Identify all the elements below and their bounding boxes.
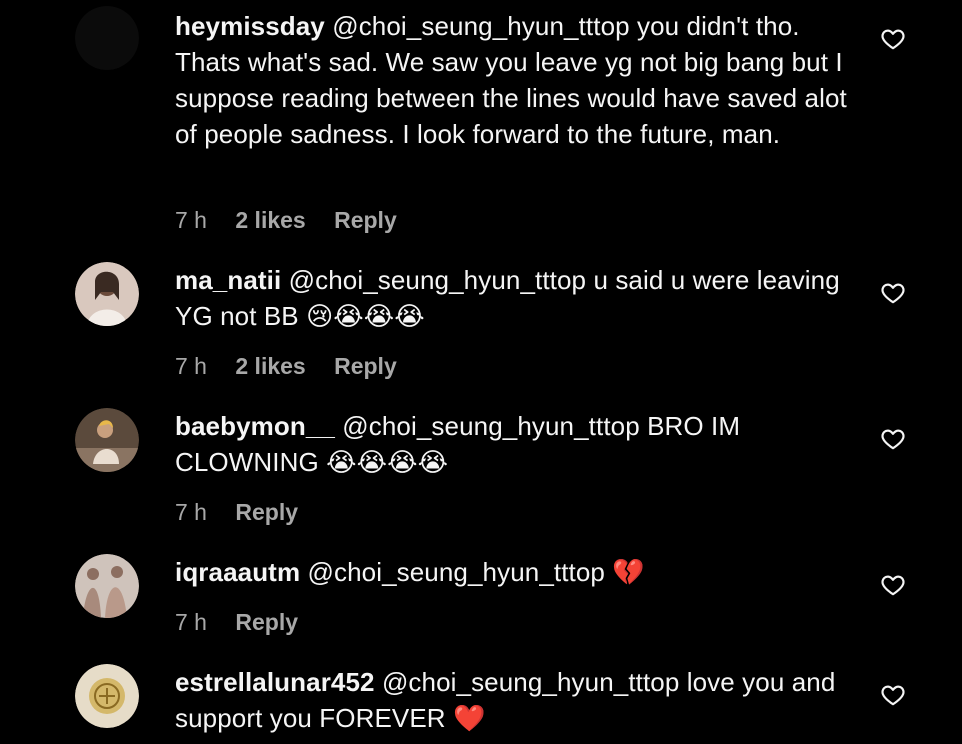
heart-outline-icon[interactable]: [880, 26, 906, 52]
comment-meta: 7 h 2 likes Reply: [175, 206, 419, 234]
comment-text: estrellalunar452 @choi_seung_hyun_tttop …: [175, 664, 865, 736]
avatar[interactable]: [75, 554, 139, 618]
comment-meta: 7 h Reply: [175, 608, 320, 636]
heart-outline-icon[interactable]: [880, 426, 906, 452]
comment-username[interactable]: estrellalunar452: [175, 667, 375, 697]
avatar[interactable]: [75, 262, 139, 326]
comment-username[interactable]: heymissday: [175, 11, 325, 41]
comment-mention[interactable]: @choi_seung_hyun_tttop: [342, 411, 639, 441]
comment-time[interactable]: 7 h: [175, 499, 207, 525]
comment-mention[interactable]: @choi_seung_hyun_tttop: [308, 557, 605, 587]
comment-text: heymissday @choi_seung_hyun_tttop you di…: [175, 8, 865, 152]
comment-likes[interactable]: 2 likes: [235, 207, 305, 233]
heart-outline-icon[interactable]: [880, 280, 906, 306]
comment-time[interactable]: 7 h: [175, 353, 207, 379]
comment-mention[interactable]: @choi_seung_hyun_tttop: [382, 667, 679, 697]
reply-button[interactable]: Reply: [235, 499, 298, 525]
comment-text: baebymon__ @choi_seung_hyun_tttop BRO IM…: [175, 408, 865, 480]
comment-text: ma_natii @choi_seung_hyun_tttop u said u…: [175, 262, 865, 334]
avatar[interactable]: [75, 664, 139, 728]
heart-outline-icon[interactable]: [880, 682, 906, 708]
reply-button[interactable]: Reply: [235, 609, 298, 635]
comment-body: 💔: [612, 557, 645, 587]
heart-outline-icon[interactable]: [880, 572, 906, 598]
avatar[interactable]: [75, 408, 139, 472]
reply-button[interactable]: Reply: [334, 353, 397, 379]
comment-text: iqraaautm @choi_seung_hyun_tttop 💔: [175, 554, 865, 590]
comment-username[interactable]: ma_natii: [175, 265, 281, 295]
comment-mention[interactable]: @choi_seung_hyun_tttop: [332, 11, 629, 41]
reply-button[interactable]: Reply: [334, 207, 397, 233]
comment-meta: 7 h Reply: [175, 498, 320, 526]
comment-username[interactable]: baebymon__: [175, 411, 335, 441]
comment-username[interactable]: iqraaautm: [175, 557, 300, 587]
comment-time[interactable]: 7 h: [175, 609, 207, 635]
comment-time[interactable]: 7 h: [175, 207, 207, 233]
comment-mention[interactable]: @choi_seung_hyun_tttop: [289, 265, 586, 295]
comment-likes[interactable]: 2 likes: [235, 353, 305, 379]
comment-meta: 7 h 2 likes Reply: [175, 352, 419, 380]
avatar[interactable]: [75, 6, 139, 70]
